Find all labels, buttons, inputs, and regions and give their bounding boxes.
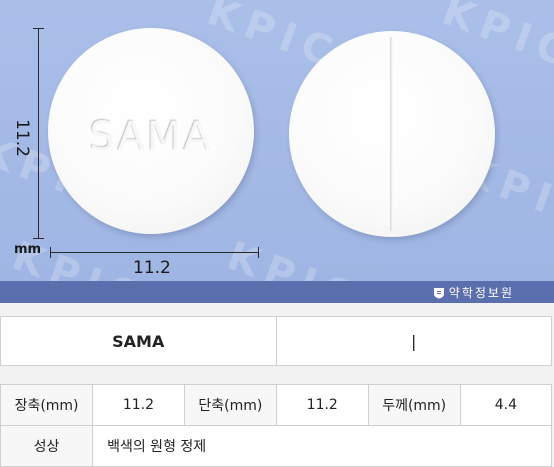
dimension-vertical-tick: [33, 238, 44, 239]
major-axis-label: 장축(mm): [0, 384, 94, 426]
minor-axis-value: 11.2: [275, 384, 369, 426]
table-row: 성상 백색의 원형 정제: [0, 425, 552, 467]
brand-text: 약학정보원: [448, 286, 514, 300]
spec-table: 장축(mm) 11.2 단축(mm) 11.2 두께(mm) 4.4 성상 백색…: [0, 384, 553, 467]
dimension-unit: mm: [14, 242, 42, 257]
pill-front-imprint: SAMA: [89, 114, 213, 160]
pill-front: SAMA: [48, 28, 254, 234]
appearance-label: 성상: [0, 425, 94, 467]
pill-back: [289, 31, 495, 237]
table-row: 장축(mm) 11.2 단축(mm) 11.2 두께(mm) 4.4: [0, 384, 553, 426]
major-axis-value: 11.2: [92, 384, 185, 426]
pill-photo: KPIC KPIC KPIC KPIC KPIC KPIC SAMA 11.2 …: [0, 0, 554, 303]
dimension-horizontal-line: [50, 252, 258, 253]
brand-bar: 약학정보원: [0, 281, 554, 303]
pill-score-line: [390, 37, 393, 231]
minor-axis-label: 단축(mm): [183, 384, 277, 426]
appearance-value: 백색의 원형 정제: [92, 425, 552, 467]
thickness-label: 두께(mm): [367, 384, 461, 426]
thickness-value: 4.4: [459, 384, 553, 426]
imprint-table: SAMA |: [0, 316, 552, 366]
dimension-vertical-tick: [33, 28, 44, 29]
imprint-front: SAMA: [0, 316, 277, 366]
dimension-vertical-label: 11.2: [12, 119, 32, 157]
kpic-logo-icon: [433, 287, 444, 298]
imprint-back: |: [275, 316, 552, 366]
dimension-horizontal-tick: [50, 247, 51, 258]
dimension-horizontal-tick: [258, 247, 259, 258]
dimension-horizontal-label: 11.2: [133, 258, 171, 278]
brand: 약학정보원: [433, 284, 514, 301]
dimension-vertical-line: [38, 28, 39, 238]
